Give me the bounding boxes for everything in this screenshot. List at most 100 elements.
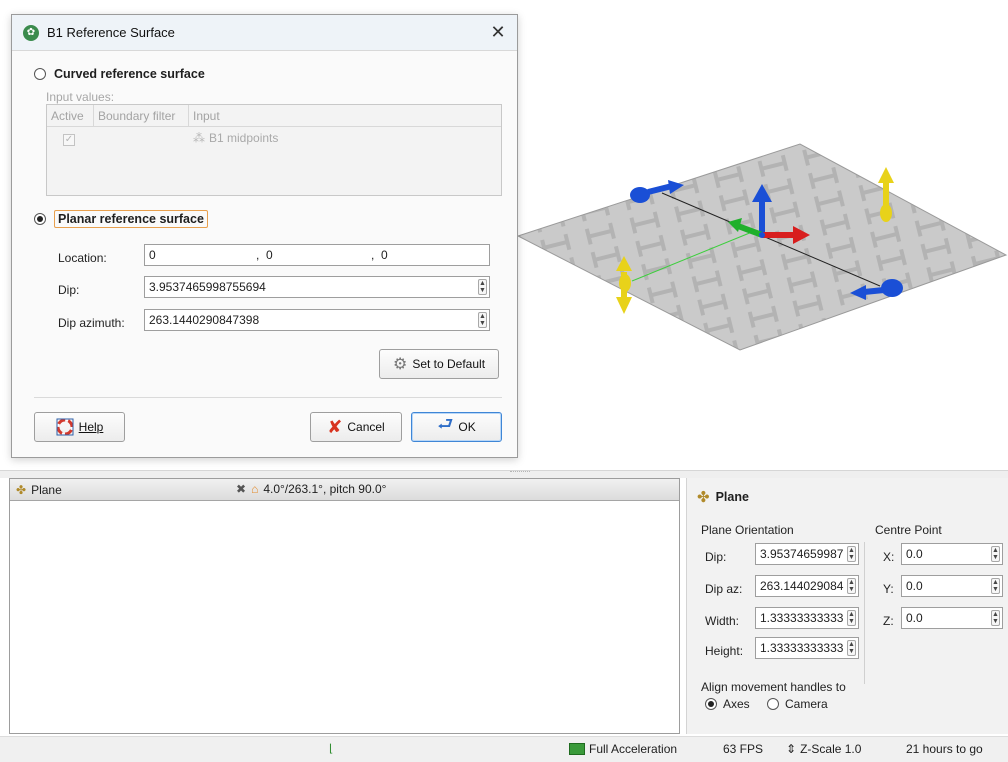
input-values-grid: Active Boundary filter Input ✓ ⁂ B1 midp… bbox=[46, 104, 502, 196]
ok-label: OK bbox=[458, 420, 476, 434]
help-button[interactable]: Help bbox=[34, 412, 125, 442]
input-values-label: Input values: bbox=[46, 90, 115, 104]
z-prop-value[interactable]: 0.0 bbox=[906, 611, 923, 625]
dipaz-prop-label: Dip az: bbox=[705, 582, 743, 596]
z-prop-label: Z: bbox=[883, 614, 894, 628]
plane-orientation-group-label: Plane Orientation bbox=[701, 523, 794, 537]
cancel-label: Cancel bbox=[347, 420, 385, 434]
dip-azimuth-value[interactable]: 263.1440290847398 bbox=[149, 313, 259, 327]
cancel-button[interactable]: ✘ Cancel bbox=[310, 412, 402, 442]
width-prop-spinner[interactable]: ▲ ▼ bbox=[847, 610, 856, 626]
curved-surface-label: Curved reference surface bbox=[54, 67, 205, 81]
dip-value[interactable]: 3.9537465998755694 bbox=[149, 280, 266, 294]
time-left-text: 21 hours to go bbox=[906, 742, 983, 756]
help-label: Help bbox=[78, 420, 104, 434]
height-prop-spinner[interactable]: ▲ ▼ bbox=[847, 640, 856, 656]
app-icon: ✿ bbox=[23, 24, 39, 41]
width-prop-input[interactable]: 1.33333333333 ▲ ▼ bbox=[755, 607, 859, 629]
cancel-x-icon: ✘ bbox=[327, 416, 343, 437]
axes-indicator-icon: ⌊ bbox=[329, 743, 334, 755]
dip-prop-input[interactable]: 3.95374659987 ▲ ▼ bbox=[755, 543, 859, 565]
col-boundary-filter[interactable]: Boundary filter bbox=[94, 105, 189, 126]
y-prop-label: Y: bbox=[883, 582, 894, 596]
dip-prop-value[interactable]: 3.95374659987 bbox=[760, 547, 843, 561]
height-prop-input[interactable]: 1.33333333333 ▲ ▼ bbox=[755, 637, 859, 659]
height-prop-label: Height: bbox=[705, 644, 744, 658]
col-input[interactable]: Input bbox=[189, 105, 224, 126]
x-prop-spinner[interactable]: ▲ ▼ bbox=[991, 546, 1000, 562]
dip-azimuth-input[interactable]: 263.1440290847398 ▲ ▼ bbox=[144, 309, 490, 331]
acceleration-text: Full Acceleration bbox=[589, 742, 678, 756]
align-axes-label: Axes bbox=[723, 697, 750, 711]
planar-surface-option[interactable]: Planar reference surface bbox=[34, 210, 208, 228]
location-sep-1: , bbox=[256, 248, 260, 262]
dip-input[interactable]: 3.9537465998755694 ▲ ▼ bbox=[144, 276, 490, 298]
align-camera-label: Camera bbox=[785, 697, 828, 711]
group-separator bbox=[864, 542, 865, 684]
zscale-status[interactable]: ⇕ Z-Scale 1.0 bbox=[786, 742, 861, 756]
orientation-text: 4.0°/263.1°, pitch 90.0° bbox=[263, 482, 387, 496]
align-axes-radio[interactable] bbox=[705, 698, 717, 710]
dip-label: Dip: bbox=[58, 283, 80, 297]
align-camera-radio[interactable] bbox=[767, 698, 779, 710]
monitor-icon bbox=[569, 743, 585, 755]
y-prop-input[interactable]: 0.0 ▲ ▼ bbox=[901, 575, 1003, 597]
close-icon[interactable]: ✕ bbox=[487, 22, 509, 43]
curved-surface-radio[interactable] bbox=[34, 68, 46, 80]
dip-azimuth-spinner[interactable]: ▲ ▼ bbox=[478, 312, 487, 328]
dip-prop-spinner[interactable]: ▲ ▼ bbox=[847, 546, 856, 562]
width-prop-label: Width: bbox=[705, 614, 740, 628]
ok-button[interactable]: ⮐ OK bbox=[411, 412, 502, 442]
col-active[interactable]: Active bbox=[47, 105, 94, 126]
y-prop-spinner[interactable]: ▲ ▼ bbox=[991, 578, 1000, 594]
table-row: ✓ ⁂ B1 midpoints bbox=[47, 127, 501, 149]
x-prop-value[interactable]: 0.0 bbox=[906, 547, 923, 561]
dip-prop-label: Dip: bbox=[705, 550, 727, 564]
reference-surface-dialog: ✿ B1 Reference Surface ✕ Curved referenc… bbox=[11, 14, 518, 458]
x-prop-input[interactable]: 0.0 ▲ ▼ bbox=[901, 543, 1003, 565]
planar-surface-radio[interactable] bbox=[34, 213, 46, 225]
location-x[interactable]: 0 bbox=[149, 248, 156, 262]
splitter-grip[interactable] bbox=[510, 471, 530, 475]
delete-plane-icon[interactable]: ✖ bbox=[236, 482, 246, 496]
y-prop-value[interactable]: 0.0 bbox=[906, 579, 923, 593]
points-icon: ⁂ bbox=[193, 131, 205, 145]
horizontal-splitter[interactable] bbox=[0, 470, 1008, 478]
align-handles-label: Align movement handles to bbox=[701, 680, 846, 694]
z-prop-spinner[interactable]: ▲ ▼ bbox=[991, 610, 1000, 626]
zscale-text: Z-Scale 1.0 bbox=[800, 742, 862, 756]
plane-panel-header: ✤ Plane ✖ ⌂ 4.0°/263.1°, pitch 90.0° bbox=[10, 479, 679, 501]
lifebuoy-icon bbox=[56, 418, 74, 436]
dipaz-prop-input[interactable]: 263.144029084 ▲ ▼ bbox=[755, 575, 859, 597]
align-camera-option[interactable]: Camera bbox=[767, 697, 828, 711]
align-axes-option[interactable]: Axes bbox=[705, 697, 750, 711]
dipaz-prop-value[interactable]: 263.144029084 bbox=[760, 579, 843, 593]
reference-plane bbox=[516, 143, 1008, 351]
set-to-default-button[interactable]: ⚙ Set to Default bbox=[379, 349, 499, 379]
dialog-titlebar[interactable]: ✿ B1 Reference Surface ✕ bbox=[12, 15, 517, 51]
fps-text: 63 FPS bbox=[723, 742, 764, 756]
plane-panel: ✤ Plane ✖ ⌂ 4.0°/263.1°, pitch 90.0° bbox=[9, 478, 680, 734]
location-z[interactable]: 0 bbox=[381, 248, 388, 262]
properties-title: ✤ Plane bbox=[697, 488, 749, 506]
set-to-default-label: Set to Default bbox=[412, 357, 486, 371]
dip-spinner[interactable]: ▲ ▼ bbox=[478, 279, 487, 295]
z-prop-input[interactable]: 0.0 ▲ ▼ bbox=[901, 607, 1003, 629]
height-prop-value[interactable]: 1.33333333333 bbox=[760, 641, 843, 655]
input-name: B1 midpoints bbox=[209, 131, 279, 145]
curved-surface-option[interactable]: Curved reference surface bbox=[34, 67, 205, 81]
dipaz-prop-spinner[interactable]: ▲ ▼ bbox=[847, 578, 856, 594]
acceleration-status: Full Acceleration bbox=[569, 742, 677, 756]
width-prop-value[interactable]: 1.33333333333 bbox=[760, 611, 843, 625]
grid-header: Active Boundary filter Input bbox=[47, 105, 501, 127]
dialog-title: B1 Reference Surface bbox=[47, 25, 175, 40]
location-y[interactable]: 0 bbox=[266, 248, 273, 262]
dip-azimuth-label: Dip azimuth: bbox=[58, 316, 125, 330]
zscale-icon: ⇕ bbox=[786, 742, 797, 756]
plane-properties-panel: ✤ Plane Plane Orientation Centre Point D… bbox=[686, 478, 1008, 734]
home-icon[interactable]: ⌂ bbox=[251, 482, 258, 496]
active-checkbox: ✓ bbox=[63, 133, 75, 146]
location-input[interactable]: 0 , 0 , 0 bbox=[144, 244, 490, 266]
dialog-separator bbox=[34, 397, 502, 398]
planar-surface-label: Planar reference surface bbox=[54, 210, 208, 228]
